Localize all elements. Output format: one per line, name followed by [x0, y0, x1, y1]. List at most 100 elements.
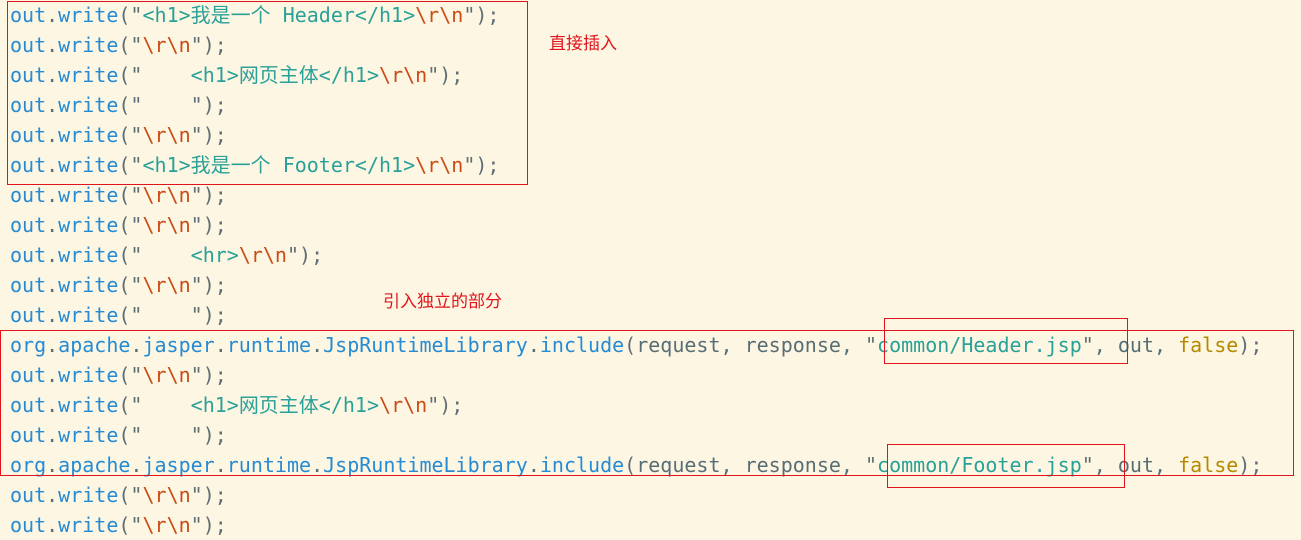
code-line[interactable]: out.write("\r\n"); [10, 30, 227, 60]
code-editor[interactable]: out.write("<h1>我是一个 Header</h1>\r\n"); ou… [0, 0, 1301, 538]
code-token: <h1>网页主体</h1> [142, 63, 380, 87]
code-token: . [46, 393, 59, 417]
code-token: out [10, 363, 47, 387]
code-token: (" [118, 183, 143, 207]
code-token: write [58, 513, 119, 537]
code-line-main-h1[interactable]: out.write(" <h1>网页主体</h1>\r\n"); [10, 60, 463, 90]
code-line[interactable]: out.write("\r\n"); [10, 510, 227, 540]
code-line-include-footer[interactable]: org.apache.jasper.runtime.JspRuntimeLibr… [10, 450, 1262, 480]
code-line[interactable]: out.write("\r\n"); [10, 480, 227, 510]
code-token: . [46, 153, 59, 177]
code-line[interactable]: out.write("\r\n"); [10, 270, 227, 300]
code-token: "); [190, 123, 227, 147]
code-token: . [46, 63, 59, 87]
code-token: . [46, 3, 59, 27]
code-token: (" [118, 123, 143, 147]
code-token: \r\n [142, 483, 191, 507]
code-token: write [58, 3, 119, 27]
code-line[interactable]: out.write(" "); [10, 420, 227, 450]
code-token: write [58, 423, 119, 447]
code-token: "); [190, 483, 227, 507]
code-token: "); [286, 243, 324, 267]
code-token: out [10, 93, 47, 117]
code-token: "); [463, 153, 500, 177]
code-token: . [46, 423, 59, 447]
code-token: . [46, 183, 59, 207]
code-token: "); [190, 213, 227, 237]
code-token: write [58, 393, 119, 417]
code-line-include-header[interactable]: org.apache.jasper.runtime.JspRuntimeLibr… [10, 330, 1262, 360]
code-token: common/Header.jsp [877, 333, 1082, 357]
code-token: write [58, 153, 119, 177]
code-token: . [46, 33, 59, 57]
code-token: out [10, 303, 47, 327]
code-line[interactable]: out.write("\r\n"); [10, 210, 227, 240]
code-token: . [46, 93, 59, 117]
code-token: (" [118, 33, 143, 57]
code-token: "); [190, 423, 227, 447]
code-token: (" [118, 273, 143, 297]
code-token: apache [58, 453, 131, 477]
code-token: runtime [226, 333, 312, 357]
code-token: . [46, 123, 59, 147]
code-token: (" [118, 3, 143, 27]
code-token: . [46, 243, 59, 267]
code-token: jasper [142, 453, 215, 477]
code-token: "); [190, 93, 227, 117]
code-token: . [46, 273, 59, 297]
code-token: "); [190, 273, 227, 297]
code-token: "); [190, 183, 227, 207]
code-token: \r\n [415, 153, 464, 177]
code-token: , out, [1093, 333, 1179, 357]
code-token: write [58, 273, 119, 297]
code-line[interactable]: out.write("\r\n"); [10, 180, 227, 210]
code-token: "); [427, 63, 464, 87]
code-token: (" [118, 243, 143, 267]
code-token: write [58, 93, 119, 117]
code-line-header-h1[interactable]: out.write("<h1>我是一个 Header</h1>\r\n"); [10, 0, 499, 30]
code-token: ( [624, 453, 637, 477]
code-token: \r\n [379, 393, 428, 417]
code-token: . [46, 303, 59, 327]
code-token: . [46, 333, 59, 357]
code-token: write [58, 363, 119, 387]
code-token: JspRuntimeLibrary [323, 333, 528, 357]
code-token: \r\n [142, 33, 191, 57]
code-token: . [527, 333, 540, 357]
include-annotation: 引入独立的部分 [383, 292, 502, 312]
code-token: request, response, [636, 333, 865, 357]
code-line[interactable]: out.write(" "); [10, 90, 227, 120]
code-token: \r\n [142, 183, 191, 207]
code-line[interactable]: out.write(" "); [10, 300, 227, 330]
code-token: out [10, 63, 47, 87]
code-token: "); [190, 363, 227, 387]
code-token: out [10, 483, 47, 507]
code-token: "); [463, 3, 500, 27]
code-token: <h1>我是一个 Header</h1> [142, 3, 416, 27]
code-line-footer-h1[interactable]: out.write("<h1>我是一个 Footer</h1>\r\n"); [10, 150, 499, 180]
code-token: out [10, 243, 47, 267]
code-token: include [539, 333, 625, 357]
code-token: . [46, 453, 59, 477]
code-token: <h1>我是一个 Footer</h1> [142, 153, 416, 177]
code-token: write [58, 183, 119, 207]
code-token: (" [118, 153, 143, 177]
code-token: apache [58, 333, 131, 357]
code-line[interactable]: out.write("\r\n"); [10, 120, 227, 150]
code-line-main-h1-2[interactable]: out.write(" <h1>网页主体</h1>\r\n"); [10, 390, 463, 420]
code-token: . [46, 213, 59, 237]
code-line[interactable]: out.write("\r\n"); [10, 360, 227, 390]
code-token: . [527, 453, 540, 477]
code-line-hr[interactable]: out.write(" <hr>\r\n"); [10, 240, 323, 270]
code-token: out [10, 213, 47, 237]
code-token: write [58, 303, 119, 327]
code-token: \r\n [142, 513, 191, 537]
code-token: write [58, 33, 119, 57]
code-token: false [1178, 333, 1239, 357]
code-token: \r\n [238, 243, 287, 267]
code-token: " [1081, 333, 1094, 357]
code-token: . [46, 363, 59, 387]
code-token: common/Footer.jsp [877, 453, 1082, 477]
